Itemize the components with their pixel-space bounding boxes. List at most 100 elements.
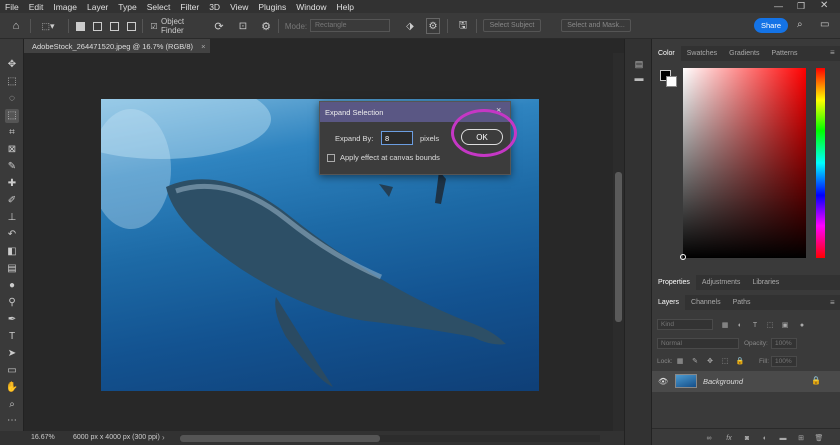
gradient-tool-icon[interactable]: ▤ [5,262,19,276]
document-size[interactable]: 6000 px x 4000 px (300 ppi) [73,434,160,441]
move-tool-icon[interactable]: ✥ [5,58,19,72]
hard-edge-icon[interactable]: ⬗ [403,18,417,34]
delete-layer-icon[interactable]: 🗑 [814,433,824,443]
restore-icon[interactable]: ❐ [797,1,805,12]
gear-icon[interactable]: ⚙ [259,18,273,34]
visibility-eye-icon[interactable]: 👁 [658,377,668,386]
zoom-tool-icon[interactable]: ⌕ [5,398,19,412]
hue-slider[interactable] [816,68,825,258]
share-button[interactable]: Share [754,18,788,33]
vertical-scrollbar-thumb[interactable] [615,172,622,322]
mode-select[interactable]: Rectangle [310,19,390,32]
menu-edit[interactable]: Edit [24,2,49,12]
clone-stamp-tool-icon[interactable]: ⊥ [5,211,19,225]
show-all-objects-icon[interactable]: ⊡ [236,18,250,34]
crop-tool-icon[interactable]: ⌗ [5,126,19,140]
menu-layer[interactable]: Layer [82,2,113,12]
tab-paths[interactable]: Paths [727,295,757,310]
tab-properties[interactable]: Properties [652,275,696,290]
dodge-tool-icon[interactable]: ⚲ [5,296,19,310]
window-close-icon[interactable]: ✕ [820,0,828,11]
comment-icon[interactable]: ▬ [633,73,645,83]
history-icon[interactable]: ▤ [633,59,645,69]
layer-name[interactable]: Background [703,377,743,386]
zoom-level[interactable]: 16.67% [31,434,55,441]
new-selection-icon[interactable] [74,18,86,34]
more-tools-icon[interactable]: ⋯ [5,414,19,428]
link-layers-icon[interactable]: ∞ [704,433,714,443]
lock-all-icon[interactable]: 🔒 [735,356,745,366]
expand-by-input[interactable]: 8 [381,131,413,145]
minimize-icon[interactable]: — [774,1,783,11]
object-finder-checkbox[interactable]: ☑ [149,18,159,34]
color-picker-handle[interactable] [680,254,686,260]
lasso-tool-icon[interactable]: ◌ [5,92,19,106]
lock-transparent-icon[interactable]: ▦ [675,356,685,366]
menu-help[interactable]: Help [331,2,358,12]
pen-tool-icon[interactable]: ✒ [5,313,19,327]
object-selection-tool-icon[interactable]: ⬚▾ [37,18,59,34]
blend-mode-select[interactable]: Normal [657,338,739,349]
filter-adjustment-icon[interactable]: ◐ [735,320,745,330]
menu-filter[interactable]: Filter [175,2,204,12]
menu-file[interactable]: File [0,2,24,12]
frame-tool-icon[interactable]: ⊠ [5,143,19,157]
tab-color[interactable]: Color [652,46,681,61]
menu-type[interactable]: Type [113,2,141,12]
horizontal-scrollbar-thumb[interactable] [180,435,380,442]
menu-view[interactable]: View [225,2,253,12]
healing-brush-tool-icon[interactable]: ✚ [5,177,19,191]
sample-all-layers-icon[interactable]: ⚙ [426,18,440,34]
history-brush-tool-icon[interactable]: ↶ [5,228,19,242]
new-layer-icon[interactable]: ⊞ [796,433,806,443]
layer-lock-icon[interactable]: 🔒 [811,376,821,385]
filter-pixel-icon[interactable]: ▦ [720,320,730,330]
tab-close-icon[interactable]: × [201,42,205,51]
color-picker-field[interactable] [683,68,806,258]
workspace-icon[interactable]: ▭ [820,19,829,30]
layer-style-icon[interactable]: fx [724,433,734,443]
new-group-icon[interactable]: ▬ [778,433,788,443]
refresh-icon[interactable]: ⟳ [212,18,226,34]
select-and-mask-button[interactable]: Select and Mask... [561,19,631,32]
background-color-swatch[interactable] [666,76,677,87]
menu-window[interactable]: Window [291,2,331,12]
tab-gradients[interactable]: Gradients [723,46,765,61]
tab-swatches[interactable]: Swatches [681,46,723,61]
lock-position-icon[interactable]: ✥ [705,356,715,366]
eraser-tool-icon[interactable]: ◧ [5,245,19,259]
layer-filter-kind[interactable]: Kind [657,319,713,330]
enhance-edge-icon[interactable]: 🖫 [456,18,470,34]
add-selection-icon[interactable] [91,18,103,34]
tab-patterns[interactable]: Patterns [765,46,803,61]
select-subject-button[interactable]: Select Subject [483,19,541,32]
fill-input[interactable]: 100% [771,356,797,367]
search-icon[interactable]: ⌕ [797,19,803,30]
apply-canvas-bounds-checkbox[interactable] [327,154,335,162]
blur-tool-icon[interactable]: ● [5,279,19,293]
home-icon[interactable]: ⌂ [8,18,24,34]
document-tab[interactable]: AdobeStock_264471520.jpeg @ 16.7% (RGB/8… [24,39,210,53]
layers-menu-icon[interactable]: ≡ [830,298,835,307]
panel-menu-icon[interactable]: ≡ [830,48,835,57]
tab-channels[interactable]: Channels [685,295,727,310]
filter-smart-object-icon[interactable]: ▣ [780,320,790,330]
opacity-input[interactable]: 100% [771,338,797,349]
tab-libraries[interactable]: Libraries [746,275,785,290]
path-selection-tool-icon[interactable]: ➤ [5,347,19,361]
add-mask-icon[interactable]: ◙ [742,433,752,443]
brush-tool-icon[interactable]: ✐ [5,194,19,208]
status-menu-icon[interactable]: › [162,433,165,442]
type-tool-icon[interactable]: T [5,330,19,344]
hand-tool-icon[interactable]: ✋ [5,381,19,395]
filter-type-icon[interactable]: T [750,320,760,330]
adjustment-layer-icon[interactable]: ◐ [760,433,770,443]
subtract-selection-icon[interactable] [108,18,120,34]
menu-3d[interactable]: 3D [204,2,225,12]
marquee-tool-icon[interactable]: ⬚ [5,75,19,89]
lock-image-icon[interactable]: ✎ [690,356,700,366]
eyedropper-tool-icon[interactable]: ✎ [5,160,19,174]
menu-select[interactable]: Select [142,2,176,12]
tab-layers[interactable]: Layers [652,295,686,310]
filter-toggle-icon[interactable]: ● [797,320,807,330]
